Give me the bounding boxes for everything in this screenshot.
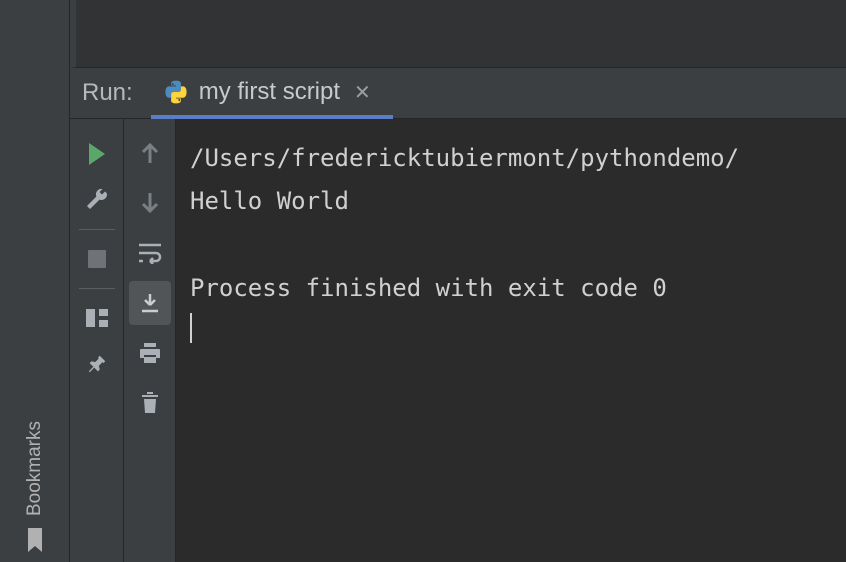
prev-occurrence-button[interactable] (129, 131, 171, 175)
bookmarks-label: Bookmarks (24, 421, 46, 516)
stop-icon (88, 250, 106, 268)
scroll-to-end-button[interactable] (129, 281, 171, 325)
print-button[interactable] (129, 331, 171, 375)
console-line: /Users/fredericktubiermont/pythondemo/ (190, 137, 838, 180)
bookmarks-tool-button[interactable]: Bookmarks (24, 421, 46, 552)
next-occurrence-button[interactable] (129, 181, 171, 225)
close-icon[interactable]: ✕ (350, 80, 375, 105)
wrench-icon (85, 188, 109, 212)
configure-button[interactable] (76, 177, 118, 223)
play-icon (87, 143, 107, 165)
console-line: Process finished with exit code 0 (190, 267, 838, 310)
run-tool-window: Run: my first script ✕ (70, 68, 846, 562)
trash-icon (140, 391, 160, 415)
run-tabbar: Run: my first script ✕ (70, 68, 846, 119)
editor-placeholder (70, 0, 846, 68)
run-body: /Users/fredericktubiermont/pythondemo/ H… (70, 119, 846, 562)
layout-button[interactable] (76, 295, 118, 341)
run-toolbar-primary (70, 119, 124, 562)
soft-wrap-icon (137, 242, 163, 264)
scroll-to-end-icon (138, 291, 162, 315)
stop-button[interactable] (76, 236, 118, 282)
run-tab-label: my first script (199, 78, 340, 106)
separator (79, 288, 115, 289)
run-toolbar-secondary (124, 119, 176, 562)
bookmark-icon (25, 528, 45, 552)
pin-icon (86, 353, 108, 375)
run-panel-label: Run: (70, 68, 151, 118)
layout-icon (86, 309, 108, 327)
python-icon (163, 79, 189, 105)
console-output[interactable]: /Users/fredericktubiermont/pythondemo/ H… (176, 119, 846, 562)
clear-button[interactable] (129, 381, 171, 425)
console-line: Hello World (190, 180, 838, 223)
arrow-down-icon (140, 191, 160, 215)
run-button[interactable] (76, 131, 118, 177)
arrow-up-icon (140, 141, 160, 165)
console-line-blank (190, 223, 838, 266)
print-icon (138, 342, 162, 364)
main-area: Run: my first script ✕ (70, 0, 846, 562)
pin-button[interactable] (76, 341, 118, 387)
soft-wrap-button[interactable] (129, 231, 171, 275)
separator (79, 229, 115, 230)
run-tab[interactable]: my first script ✕ (151, 69, 393, 119)
text-caret (190, 313, 192, 343)
activity-bar: Bookmarks (0, 0, 70, 562)
